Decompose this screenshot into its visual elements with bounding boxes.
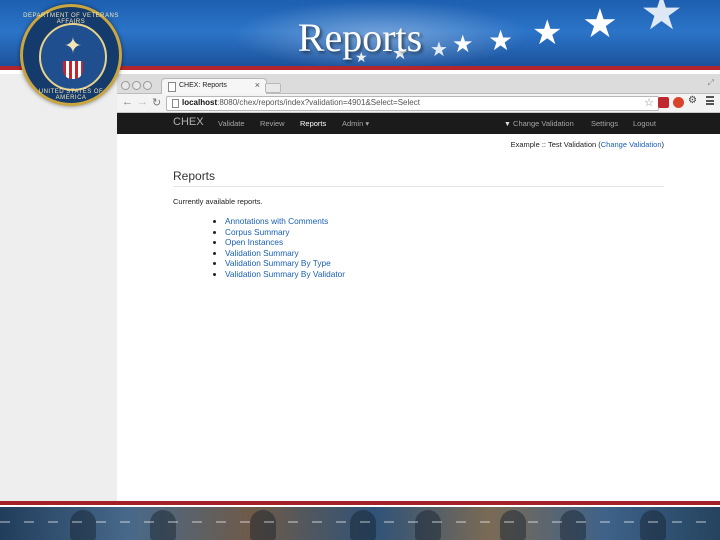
reload-icon[interactable]: ↻ bbox=[152, 96, 161, 109]
minimize-window-button[interactable] bbox=[132, 81, 141, 90]
close-window-button[interactable] bbox=[121, 81, 130, 90]
report-link-validation-summary-by-type[interactable]: Validation Summary By Type bbox=[225, 258, 331, 268]
footer-figure bbox=[150, 510, 176, 540]
new-tab-button[interactable] bbox=[265, 83, 281, 93]
nav-review[interactable]: Review bbox=[260, 119, 285, 128]
footer-figure bbox=[415, 510, 441, 540]
list-item: Annotations with Comments bbox=[225, 216, 345, 227]
brand-logo[interactable]: CHEX bbox=[173, 116, 204, 128]
url-path: :8080/chex/reports/index?validation=4901… bbox=[217, 98, 420, 107]
report-link-open-instances[interactable]: Open Instances bbox=[225, 237, 283, 247]
footer-figure bbox=[350, 510, 376, 540]
shield-icon bbox=[63, 61, 83, 79]
report-link-annotations-with-comments[interactable]: Annotations with Comments bbox=[225, 216, 328, 226]
forward-button-icon[interactable]: → bbox=[137, 96, 148, 108]
extension-icon[interactable] bbox=[673, 97, 684, 108]
browser-tabbar: CHEX: Reports × ⤢ bbox=[117, 74, 720, 95]
report-list: Annotations with Comments Corpus Summary… bbox=[217, 216, 345, 279]
report-link-validation-summary[interactable]: Validation Summary bbox=[225, 248, 299, 258]
footer-figure bbox=[560, 510, 586, 540]
seal-inner: ✦ bbox=[39, 23, 107, 91]
list-item: Validation Summary By Validator bbox=[225, 269, 345, 280]
nav-settings[interactable]: Settings bbox=[591, 119, 618, 128]
fullscreen-icon[interactable]: ⤢ bbox=[708, 78, 714, 88]
nav-validate[interactable]: Validate bbox=[218, 119, 245, 128]
report-link-corpus-summary[interactable]: Corpus Summary bbox=[225, 227, 290, 237]
gear-icon[interactable]: ⚙ bbox=[688, 95, 697, 106]
url-host: localhost bbox=[182, 98, 218, 107]
change-validation-label: Change Validation bbox=[513, 119, 574, 128]
list-item: Open Instances bbox=[225, 237, 345, 248]
report-link-validation-summary-by-validator[interactable]: Validation Summary By Validator bbox=[225, 269, 345, 279]
footer-figure bbox=[70, 510, 96, 540]
nav-reports[interactable]: Reports bbox=[300, 119, 326, 128]
footer-figure bbox=[250, 510, 276, 540]
extension-icon[interactable] bbox=[658, 97, 669, 108]
footer-heartbeat-line bbox=[0, 521, 720, 523]
nav-change-validation[interactable]: ▼ Change Validation bbox=[504, 119, 574, 128]
browser-tab[interactable]: CHEX: Reports × bbox=[161, 78, 267, 95]
context-text: Example :: Test Validation ( bbox=[510, 140, 601, 149]
change-validation-link[interactable]: Change Validation bbox=[601, 140, 662, 149]
footer-photo-banner bbox=[0, 507, 720, 540]
validation-context: Example :: Test Validation (Change Valid… bbox=[511, 140, 664, 149]
va-seal-logo: DEPARTMENT OF VETERANS AFFAIRS ✦ UNITED … bbox=[20, 4, 122, 106]
left-panel bbox=[0, 74, 117, 502]
footer-figure bbox=[640, 510, 666, 540]
hamburger-menu-icon[interactable] bbox=[706, 96, 714, 105]
eagle-icon: ✦ bbox=[63, 33, 83, 58]
page-icon bbox=[168, 82, 176, 92]
list-item: Validation Summary bbox=[225, 248, 345, 259]
browser-window: CHEX: Reports × ⤢ ← → ↻ localhost:8080/c… bbox=[117, 74, 720, 502]
bookmark-star-icon[interactable]: ☆ bbox=[644, 96, 654, 109]
page-heading: Reports bbox=[173, 169, 216, 183]
intro-text: Currently available reports. bbox=[173, 197, 263, 206]
nav-logout[interactable]: Logout bbox=[633, 119, 656, 128]
nav-admin[interactable]: Admin ▾ bbox=[342, 119, 369, 128]
page-icon bbox=[172, 99, 179, 108]
zoom-window-button[interactable] bbox=[143, 81, 152, 90]
list-item: Validation Summary By Type bbox=[225, 258, 345, 269]
url-text: localhost:8080/chex/reports/index?valida… bbox=[182, 98, 420, 107]
close-icon[interactable]: × bbox=[255, 80, 260, 90]
browser-toolbar: ← → ↻ localhost:8080/chex/reports/index?… bbox=[117, 94, 720, 113]
app-navbar: CHEX Validate Review Reports Admin ▾ ▼ C… bbox=[117, 113, 720, 134]
tab-title: CHEX: Reports bbox=[179, 82, 227, 89]
heading-divider bbox=[173, 186, 664, 187]
chevron-down-icon: ▼ bbox=[504, 121, 511, 128]
address-bar[interactable]: localhost:8080/chex/reports/index?valida… bbox=[166, 96, 659, 111]
list-item: Corpus Summary bbox=[225, 227, 345, 238]
footer-figure bbox=[500, 510, 526, 540]
seal-bottom-text: UNITED STATES OF AMERICA bbox=[38, 89, 104, 101]
context-suffix: ) bbox=[661, 140, 665, 149]
back-button-icon[interactable]: ← bbox=[122, 96, 133, 108]
